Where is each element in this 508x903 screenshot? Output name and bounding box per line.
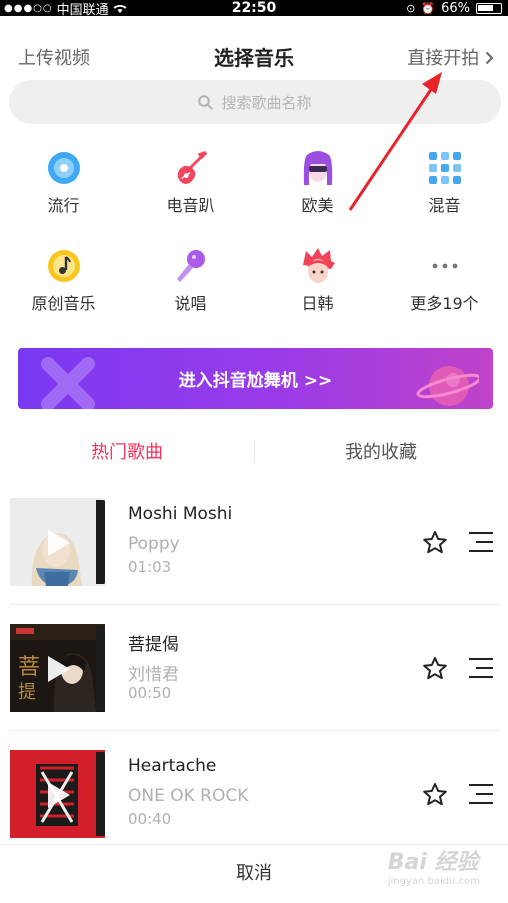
row-divider <box>10 730 500 731</box>
watermark-logo: Bai 经验 jingyan.baidu.com <box>388 844 480 887</box>
vinyl-disc-icon <box>46 150 82 186</box>
search-icon <box>198 94 214 110</box>
category-western[interactable]: 欧美 <box>254 150 381 216</box>
planet-icon <box>416 366 479 406</box>
song-artist: ONE OK ROCK <box>128 786 249 806</box>
favorite-star-icon[interactable] <box>422 782 448 807</box>
category-jpkr[interactable]: 日韩 <box>254 248 381 314</box>
play-icon[interactable] <box>46 780 72 810</box>
song-options-icon[interactable] <box>468 783 494 805</box>
music-picker-sheet: 上传视频 选择音乐 直接开拍 搜索歌曲名称 流行 电音趴 欧美 混音 原创音乐 … <box>0 18 508 903</box>
vinyl-edge <box>96 500 105 584</box>
song-row[interactable]: Moshi Moshi Poppy 01:03 <box>10 498 500 624</box>
dance-machine-banner[interactable]: 进入抖音尬舞机 >> <box>18 348 493 409</box>
category-label: 说唱 <box>174 294 207 313</box>
face-sunglasses-icon <box>300 150 336 186</box>
album-cover[interactable]: 菩 提 <box>10 624 105 712</box>
category-more[interactable]: 更多19个 <box>381 248 508 314</box>
song-duration: 00:50 <box>128 684 172 702</box>
tab-favorites[interactable]: 我的收藏 <box>254 438 508 464</box>
row-divider <box>10 604 500 605</box>
album-cover[interactable] <box>10 498 105 586</box>
start-shooting-label: 直接开拍 <box>407 48 480 69</box>
favorite-star-icon[interactable] <box>422 656 448 681</box>
song-row[interactable]: 菩 提 菩提偈 刘惜君 00:50 <box>10 624 500 750</box>
category-pop[interactable]: 流行 <box>0 150 127 216</box>
category-label: 混音 <box>428 196 461 215</box>
song-title: Heartache <box>128 756 217 776</box>
search-input[interactable]: 搜索歌曲名称 <box>9 80 501 124</box>
category-remix[interactable]: 混音 <box>381 150 508 216</box>
battery-icon <box>476 2 502 14</box>
song-options-icon[interactable] <box>468 657 494 679</box>
song-artist: Poppy <box>128 534 180 554</box>
tab-hot-songs[interactable]: 热门歌曲 <box>0 438 254 464</box>
album-cover[interactable] <box>10 750 105 838</box>
x-shape-icon <box>41 357 95 409</box>
category-label: 欧美 <box>301 196 334 215</box>
category-label: 原创音乐 <box>31 294 96 313</box>
anime-face-icon <box>300 248 336 284</box>
microphone-icon <box>173 248 209 284</box>
watermark-url: jingyan.baidu.com <box>387 876 480 887</box>
start-shooting-button[interactable]: 直接开拍 <box>407 44 494 70</box>
favorite-star-icon[interactable] <box>422 530 448 555</box>
song-artist: 刘惜君 <box>128 665 179 685</box>
play-icon[interactable] <box>46 654 72 684</box>
song-title: 菩提偈 <box>128 635 179 655</box>
song-duration: 01:03 <box>128 558 172 576</box>
category-label: 日韩 <box>301 294 334 313</box>
category-label: 流行 <box>47 196 80 215</box>
song-options-icon[interactable] <box>468 531 494 553</box>
category-label: 电音趴 <box>166 196 215 215</box>
category-label: 更多19个 <box>410 294 479 313</box>
grid-tiles-icon <box>427 150 463 186</box>
lock-rotation-icon: ⊙ <box>406 1 416 15</box>
song-duration: 00:40 <box>128 810 172 828</box>
song-title: Moshi Moshi <box>128 504 233 524</box>
vinyl-edge <box>96 752 105 836</box>
category-original[interactable]: 原创音乐 <box>0 248 127 314</box>
song-tabs: 热门歌曲 我的收藏 <box>0 428 508 472</box>
status-bar: ●●●○○ 中国联通 22:50 ⊙ ⏰ 66% <box>0 0 508 18</box>
play-icon[interactable] <box>46 528 72 558</box>
more-dots-icon <box>427 248 463 284</box>
vinyl-edge <box>96 626 105 710</box>
header: 上传视频 选择音乐 直接开拍 <box>0 40 508 72</box>
banner-label: 进入抖音尬舞机 >> <box>178 371 333 391</box>
watermark-main: Bai 经验 <box>387 850 479 875</box>
category-rap[interactable]: 说唱 <box>127 248 254 314</box>
svg-text:提: 提 <box>18 682 36 703</box>
music-note-circle-icon <box>46 248 82 284</box>
battery-percent: 66% <box>441 0 470 16</box>
chevron-right-icon <box>485 51 494 65</box>
alarm-icon: ⏰ <box>421 1 436 15</box>
electric-guitar-icon <box>173 150 209 186</box>
category-edm[interactable]: 电音趴 <box>127 150 254 216</box>
svg-text:菩: 菩 <box>18 655 40 680</box>
search-placeholder: 搜索歌曲名称 <box>221 93 312 112</box>
